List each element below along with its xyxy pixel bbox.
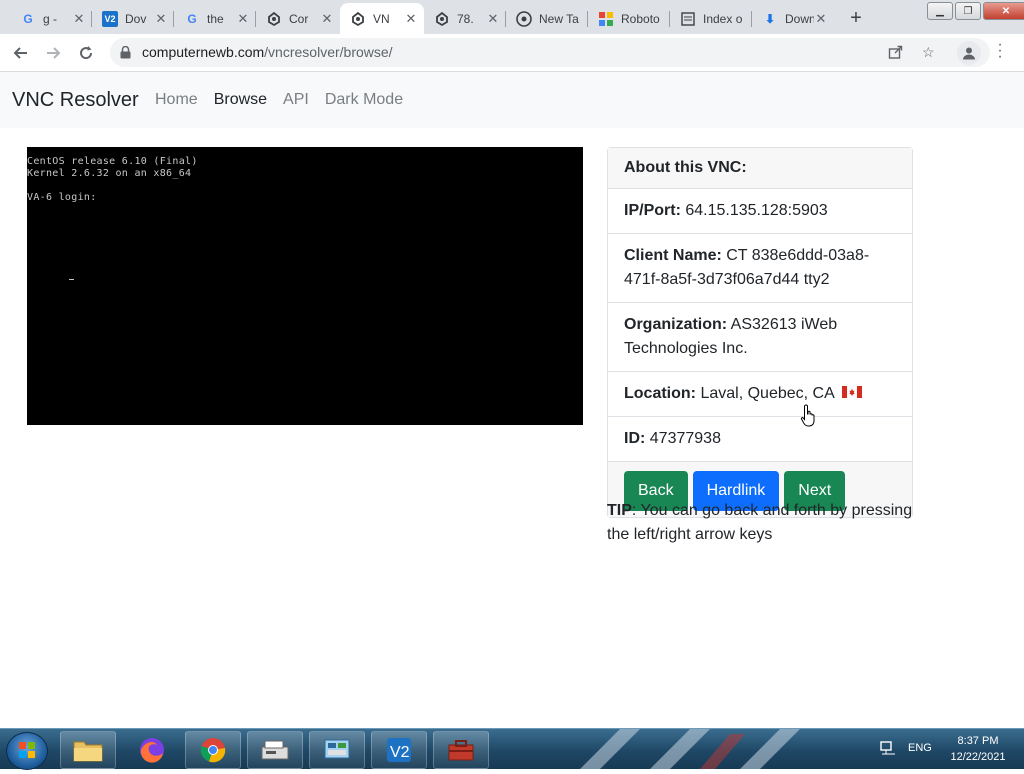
- tab-7[interactable]: New Ta: [506, 3, 588, 34]
- minimize-button[interactable]: ▁: [927, 2, 953, 20]
- bookmark-star-icon[interactable]: ☆: [922, 44, 935, 61]
- close-tab-icon[interactable]: ✕: [154, 11, 168, 27]
- address-bar[interactable]: computernewb.com/vncresolver/browse/ ☆: [110, 38, 990, 67]
- vnc-resolver-icon: [350, 11, 366, 27]
- network-icon[interactable]: [879, 740, 897, 761]
- lock-icon[interactable]: [120, 45, 131, 64]
- location-row: Location: Laval, Quebec, CA: [608, 372, 912, 418]
- profile-avatar-icon[interactable]: [957, 41, 981, 65]
- browser-toolbar: computernewb.com/vncresolver/browse/ ☆ ·…: [0, 34, 1024, 72]
- firefox-icon[interactable]: [124, 731, 180, 769]
- tip-text: TIP: You can go back and forth by pressi…: [607, 502, 913, 543]
- nav-browse[interactable]: Browse: [214, 91, 267, 109]
- canada-flag-icon: [842, 382, 863, 406]
- window-close-button[interactable]: ✕: [983, 2, 1024, 20]
- reload-icon[interactable]: [73, 40, 99, 66]
- chrome-icon: [516, 10, 532, 27]
- download-icon: ⬇: [764, 11, 776, 26]
- windows-taskbar: V2 ENG 8:37 PM 12/22/2021: [0, 728, 1024, 770]
- hand-cursor-icon: [800, 404, 818, 433]
- client-name-row: Client Name: CT 838e6ddd-03a8-471f-8a5f-…: [608, 234, 912, 303]
- share-icon[interactable]: [888, 44, 903, 62]
- chrome-icon[interactable]: [185, 731, 241, 769]
- site-brand[interactable]: VNC Resolver: [12, 89, 139, 112]
- google-icon: G: [187, 11, 197, 26]
- document-icon: [680, 11, 696, 27]
- new-tab-button[interactable]: +: [843, 5, 869, 31]
- vnc-viewer-icon[interactable]: V2: [371, 731, 427, 769]
- nav-dark-mode[interactable]: Dark Mode: [325, 91, 403, 109]
- system-clock[interactable]: 8:37 PM 12/22/2021: [943, 733, 1013, 765]
- restore-button[interactable]: ❐: [955, 2, 981, 20]
- close-tab-icon[interactable]: ✕: [404, 11, 418, 27]
- scanner-icon[interactable]: [247, 731, 303, 769]
- close-tab-icon[interactable]: ✕: [814, 11, 828, 27]
- nav-api[interactable]: API: [283, 91, 309, 109]
- ipport-row: IP/Port: 64.15.135.128:5903: [608, 189, 912, 234]
- id-row: ID: 47377938: [608, 417, 912, 463]
- vnc-info-card: About this VNC: IP/Port: 64.15.135.128:5…: [607, 147, 913, 519]
- system-tray: ENG 8:37 PM 12/22/2021: [875, 729, 1024, 769]
- tab-5-active[interactable]: VN ✕: [340, 3, 424, 34]
- file-explorer-icon[interactable]: [60, 731, 116, 769]
- svg-text:V2: V2: [390, 744, 410, 761]
- colorful-grid-icon: [598, 11, 614, 27]
- start-button[interactable]: [6, 732, 48, 770]
- toolbox-icon[interactable]: [433, 731, 489, 769]
- nav-home[interactable]: Home: [155, 91, 198, 109]
- close-tab-icon[interactable]: ✕: [320, 11, 334, 27]
- vnc-logo-icon: V2: [102, 10, 118, 27]
- more-menu-icon[interactable]: · · ·: [995, 37, 1005, 65]
- window-controls: ▁ ❐ ✕: [925, 2, 1024, 20]
- tab-6[interactable]: 78. ✕: [424, 3, 506, 34]
- vnc-screenshot: CentOS release 6.10 (Final) Kernel 2.6.3…: [27, 147, 583, 425]
- tab-3[interactable]: G the ✕: [174, 3, 256, 34]
- tab-1[interactable]: G g - ✕: [10, 3, 92, 34]
- tab-9[interactable]: Index o: [670, 3, 752, 34]
- terminal-text: CentOS release 6.10 (Final) Kernel 2.6.3…: [27, 156, 198, 203]
- vnc-resolver-icon: [266, 11, 282, 27]
- tab-10[interactable]: ⬇ Downlo ✕: [752, 3, 834, 34]
- tab-4[interactable]: Cor ✕: [256, 3, 340, 34]
- google-icon: G: [23, 11, 33, 26]
- card-header: About this VNC:: [608, 148, 912, 189]
- tab-strip: G g - ✕ V2 Dov ✕ G the ✕ Cor ✕ VN ✕ 78. …: [0, 0, 1024, 34]
- vnc-resolver-icon: [434, 11, 450, 27]
- site-nav-links: Home Browse API Dark Mode: [155, 91, 419, 109]
- organization-row: Organization: AS32613 iWeb Technologies …: [608, 303, 912, 372]
- terminal-cursor: [69, 279, 74, 280]
- wallpaper-decoration: [580, 729, 870, 769]
- control-panel-icon[interactable]: [309, 731, 365, 769]
- language-indicator[interactable]: ENG: [908, 742, 932, 754]
- close-tab-icon[interactable]: ✕: [72, 11, 86, 27]
- forward-arrow-icon[interactable]: [40, 40, 66, 66]
- close-tab-icon[interactable]: ✕: [236, 11, 250, 27]
- url-text: computernewb.com/vncresolver/browse/: [142, 44, 393, 60]
- back-arrow-icon[interactable]: [8, 40, 34, 66]
- tab-2[interactable]: V2 Dov ✕: [92, 3, 174, 34]
- tab-8[interactable]: Roboto: [588, 3, 670, 34]
- close-tab-icon[interactable]: ✕: [486, 11, 500, 27]
- site-navbar: VNC Resolver Home Browse API Dark Mode: [0, 72, 1024, 128]
